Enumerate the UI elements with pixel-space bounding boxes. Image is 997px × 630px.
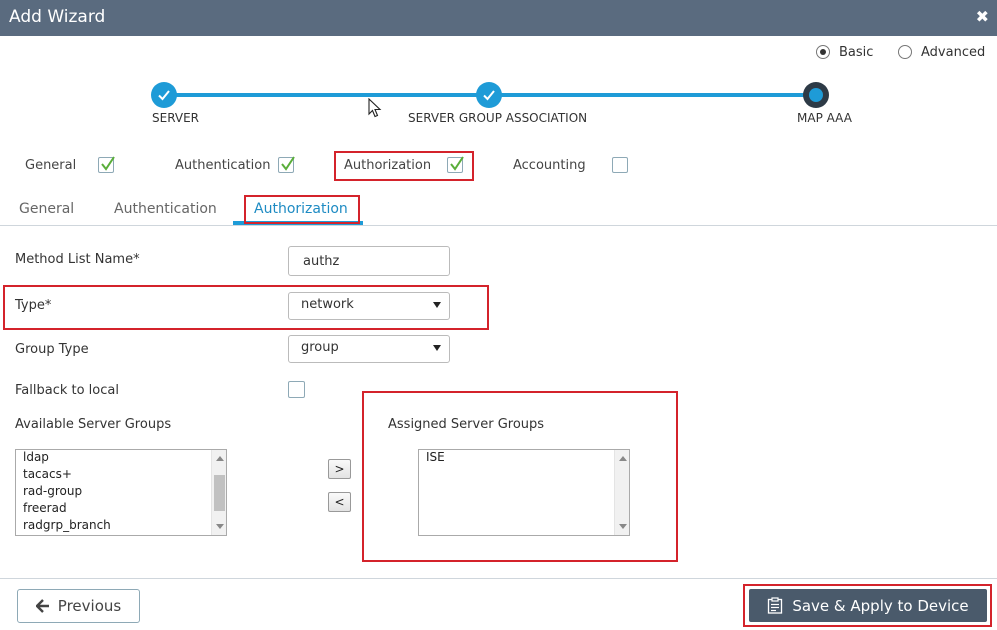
feature-authentication-checkbox[interactable] xyxy=(278,156,296,173)
mouse-pointer-icon xyxy=(368,98,382,118)
method-list-name-input[interactable] xyxy=(288,246,450,276)
type-select-value: network xyxy=(301,297,354,312)
scroll-up-icon[interactable] xyxy=(216,456,224,461)
move-left-button[interactable]: < xyxy=(328,492,351,512)
feature-accounting-label: Accounting xyxy=(513,157,586,173)
step-server-node xyxy=(151,82,177,108)
list-item[interactable]: freerad xyxy=(16,501,226,518)
fallback-checkbox[interactable] xyxy=(288,381,305,398)
step-map-aaa-node xyxy=(803,82,829,108)
move-right-button[interactable]: > xyxy=(328,459,351,479)
tab-general[interactable]: General xyxy=(19,201,74,217)
assigned-list-scrollbar[interactable] xyxy=(614,450,629,535)
group-type-select[interactable]: group xyxy=(288,335,450,363)
type-select[interactable]: network xyxy=(288,292,450,320)
step-server-group-node xyxy=(476,82,502,108)
type-label: Type* xyxy=(15,298,52,313)
method-list-name-label: Method List Name* xyxy=(15,252,140,267)
list-item[interactable]: radgrp_branch xyxy=(16,518,226,535)
list-item[interactable]: rad-group xyxy=(16,484,226,501)
available-groups-label: Available Server Groups xyxy=(15,417,172,432)
feature-accounting[interactable]: Accounting xyxy=(513,157,628,173)
mode-basic-option[interactable]: Basic xyxy=(816,43,873,61)
assigned-groups-list[interactable]: ISE xyxy=(418,449,630,536)
tab-authentication[interactable]: Authentication xyxy=(114,201,217,217)
close-icon[interactable]: ✖ xyxy=(976,7,989,26)
scroll-down-icon[interactable] xyxy=(216,524,224,529)
clipboard-icon xyxy=(768,597,783,614)
fallback-label: Fallback to local xyxy=(15,383,119,398)
feature-authorization-checkbox[interactable] xyxy=(447,156,464,173)
chevron-down-icon xyxy=(433,302,441,308)
mode-advanced-radio[interactable] xyxy=(898,45,912,59)
scroll-down-icon[interactable] xyxy=(619,524,627,529)
feature-accounting-checkbox[interactable] xyxy=(611,157,628,173)
feature-authorization-label: Authorization xyxy=(344,157,432,173)
wizard-titlebar: Add Wizard ✖ xyxy=(0,0,997,36)
list-item[interactable]: ISE xyxy=(419,450,629,467)
feature-authentication-label: Authentication xyxy=(175,157,271,173)
save-apply-button[interactable]: Save & Apply to Device xyxy=(749,589,987,622)
feature-general-label: General xyxy=(25,157,77,173)
mode-basic-label: Basic xyxy=(839,44,874,60)
checkmark-icon xyxy=(281,156,296,171)
group-type-select-value: group xyxy=(301,340,339,355)
list-item[interactable]: ldap xyxy=(16,450,226,467)
checkmark-icon xyxy=(450,156,464,171)
mode-advanced-label: Advanced xyxy=(921,44,986,60)
step-label-server: SERVER xyxy=(152,111,200,125)
save-apply-button-label: Save & Apply to Device xyxy=(792,596,969,615)
checkmark-icon xyxy=(483,90,495,101)
list-item[interactable]: tacacs+ xyxy=(16,467,226,484)
feature-general-checkbox[interactable] xyxy=(98,156,116,173)
tabs-divider xyxy=(0,225,997,226)
available-groups-list[interactable]: ldap tacacs+ rad-group freerad radgrp_br… xyxy=(15,449,227,536)
footer-divider xyxy=(0,578,997,579)
feature-authorization[interactable]: Authorization xyxy=(344,156,464,173)
assigned-groups-label: Assigned Server Groups xyxy=(388,417,545,432)
mode-advanced-option[interactable]: Advanced xyxy=(898,43,985,61)
checkmark-icon xyxy=(158,90,170,101)
previous-button-label: Previous xyxy=(57,597,122,615)
wizard-title: Add Wizard xyxy=(9,7,106,27)
chevron-down-icon xyxy=(433,345,441,351)
mode-basic-radio[interactable] xyxy=(816,45,830,59)
step-label-server-group: SERVER GROUP ASSOCIATION xyxy=(408,111,588,125)
checkmark-icon xyxy=(101,156,116,171)
available-list-scrollbar[interactable] xyxy=(211,450,226,535)
feature-general[interactable]: General xyxy=(25,156,116,173)
feature-authentication[interactable]: Authentication xyxy=(175,156,296,173)
previous-button[interactable]: Previous xyxy=(17,589,140,623)
step-label-map-aaa: MAP AAA xyxy=(797,111,852,125)
scroll-thumb[interactable] xyxy=(214,475,225,511)
group-type-label: Group Type xyxy=(15,342,89,357)
tab-authorization[interactable]: Authorization xyxy=(254,201,348,217)
scroll-up-icon[interactable] xyxy=(619,456,627,461)
arrow-left-icon xyxy=(35,599,49,613)
